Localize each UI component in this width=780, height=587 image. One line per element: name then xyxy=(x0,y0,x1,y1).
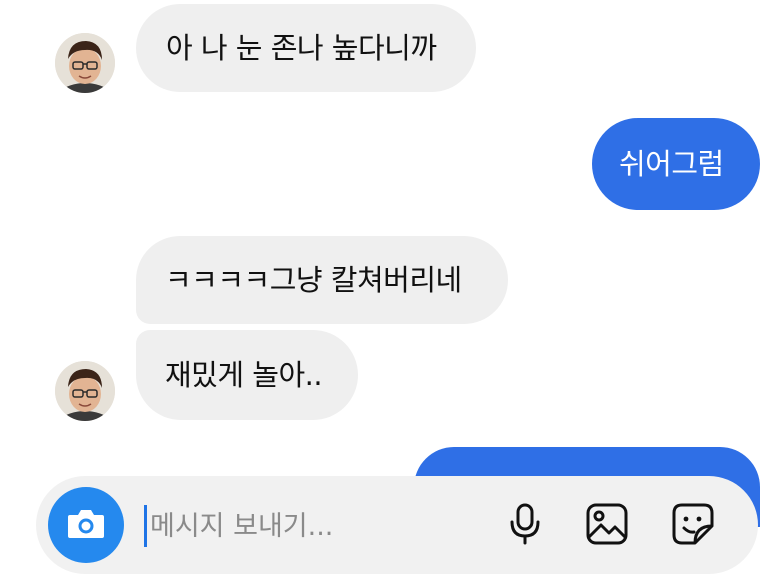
message-composer xyxy=(36,476,758,574)
gallery-icon xyxy=(585,502,629,550)
message-text: 재밌게 놀아.. xyxy=(165,357,323,392)
text-cursor xyxy=(144,505,147,547)
message-text: 쉬어그럼 xyxy=(619,146,724,181)
contact-avatar[interactable] xyxy=(55,33,115,93)
message-input[interactable] xyxy=(150,502,480,550)
message-text: 아 나 눈 존나 높다니까 xyxy=(166,30,437,65)
microphone-icon xyxy=(508,502,542,550)
contact-avatar[interactable] xyxy=(55,361,115,421)
sticker-button[interactable] xyxy=(668,501,718,551)
camera-icon xyxy=(66,506,106,544)
voice-message-button[interactable] xyxy=(500,501,550,551)
message-bubble-incoming[interactable]: 재밌게 놀아.. xyxy=(136,330,358,420)
message-text: ㅋㅋㅋㅋ그냥 칼쳐버리네 xyxy=(165,262,462,297)
gallery-button[interactable] xyxy=(582,501,632,551)
camera-button[interactable] xyxy=(48,487,124,563)
message-bubble-incoming[interactable]: 아 나 눈 존나 높다니까 xyxy=(136,4,476,92)
message-bubble-incoming[interactable]: ㅋㅋㅋㅋ그냥 칼쳐버리네 xyxy=(136,236,508,324)
message-bubble-outgoing[interactable]: 쉬어그럼 xyxy=(592,118,760,210)
sticker-icon xyxy=(671,502,715,550)
